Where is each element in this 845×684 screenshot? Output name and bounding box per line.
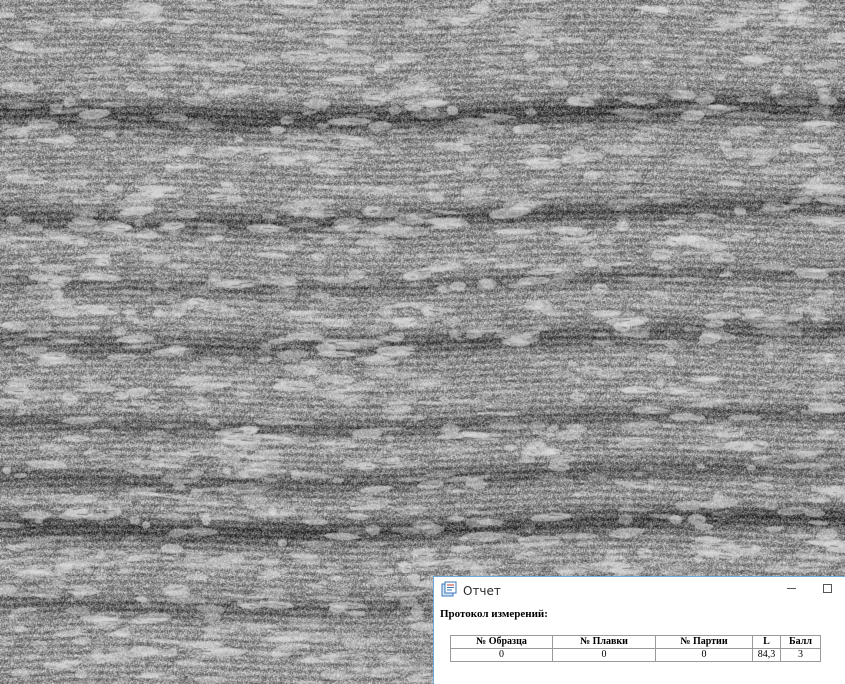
cell-melt: 0 — [552, 648, 656, 662]
column-header-l: L — [752, 635, 781, 649]
cell-l: 84,3 — [752, 648, 781, 662]
minimize-icon — [786, 587, 796, 589]
column-header-sample: № Образца — [450, 635, 553, 649]
column-header-melt: № Плавки — [552, 635, 656, 649]
table-row: 0 0 0 84,3 3 — [450, 648, 821, 662]
column-header-batch: № Партии — [655, 635, 753, 649]
table-header-row: № Образца № Плавки № Партии L Балл — [450, 635, 821, 649]
maximize-icon — [822, 583, 832, 593]
cell-score: 3 — [780, 648, 821, 662]
protocol-heading: Протокол измерений: — [440, 608, 548, 620]
report-titlebar[interactable]: Отчет — [434, 577, 845, 601]
measurement-table: № Образца № Плавки № Партии L Балл 0 0 0… — [450, 635, 821, 662]
cell-sample: 0 — [450, 648, 553, 662]
window-title: Отчет — [463, 584, 501, 598]
minimize-button[interactable] — [774, 577, 808, 599]
report-content: Протокол измерений: № Образца № Плавки №… — [434, 601, 845, 684]
maximize-button[interactable] — [810, 577, 844, 599]
report-app-icon — [441, 581, 457, 597]
column-header-score: Балл — [780, 635, 821, 649]
report-window[interactable]: Отчет Протокол измерений: № Образца № Пл… — [433, 576, 845, 684]
cell-batch: 0 — [655, 648, 753, 662]
